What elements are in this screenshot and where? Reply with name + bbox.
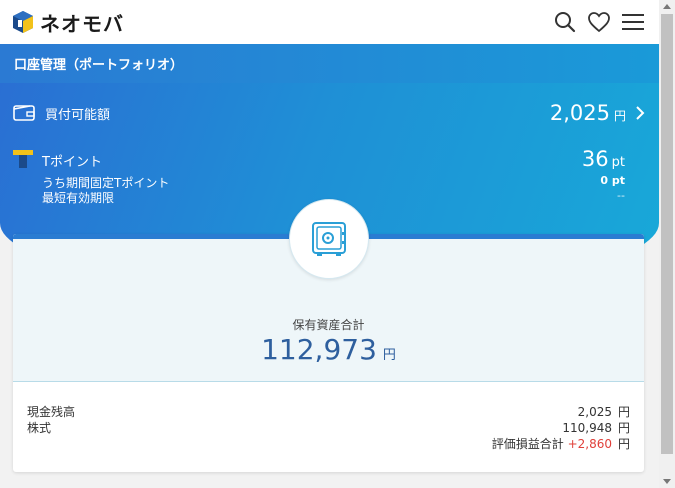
tpoint-amount: 36 pt	[582, 147, 625, 171]
safe-icon	[312, 222, 346, 256]
unrealized-pl-unit: 円	[617, 437, 630, 451]
scrollbar-thumb[interactable]	[661, 14, 673, 454]
buying-power-row[interactable]: 買付可能額 2,025 円	[13, 100, 648, 126]
cash-balance-value: 2,025	[577, 405, 612, 419]
scroll-up-arrow-icon	[663, 4, 671, 9]
stocks-unit: 円	[617, 421, 630, 435]
stocks-value: 110,948	[562, 421, 612, 435]
brand-logo[interactable]: ネオモバ	[12, 9, 124, 36]
tpoint-value: 36	[581, 147, 609, 171]
total-assets-amount: 112,973 円	[13, 333, 644, 366]
cash-balance-label: 現金残高	[27, 405, 76, 419]
search-icon	[555, 12, 576, 33]
heart-icon	[588, 12, 610, 33]
buying-power-value: 2,025	[549, 101, 610, 125]
total-assets-value: 112,973	[261, 333, 377, 366]
cash-balance-amount: 2,025 円	[578, 403, 630, 420]
favorites-button[interactable]	[585, 8, 613, 36]
safe-badge	[289, 199, 369, 279]
app-header: ネオモバ	[0, 0, 659, 44]
search-button[interactable]	[551, 8, 579, 36]
chevron-right-icon	[636, 106, 645, 120]
page-title: 口座管理（ポートフォリオ）	[14, 58, 184, 73]
stocks-amount: 110,948 円	[562, 419, 630, 436]
scroll-up-button[interactable]	[659, 0, 675, 13]
total-assets-unit: 円	[382, 348, 396, 363]
unrealized-pl-value: +2,860	[567, 437, 612, 451]
scroll-down-button[interactable]	[659, 475, 675, 488]
buying-power-unit: 円	[613, 109, 626, 123]
buying-power-amount: 2,025 円	[550, 101, 626, 125]
tpoint-limited-value: 0 pt	[600, 174, 625, 187]
neomoba-logo-icon	[13, 11, 33, 33]
unrealized-pl-row: 評価損益合計 +2,860 円	[27, 435, 630, 451]
vertical-scrollbar[interactable]	[659, 0, 675, 488]
unrealized-pl-label: 評価損益合計	[491, 437, 564, 451]
tpoint-label: Tポイント	[42, 155, 102, 170]
tpoint-unit: pt	[611, 155, 625, 170]
total-assets-label: 保有資産合計	[292, 318, 365, 332]
scroll-down-arrow-icon	[663, 479, 671, 484]
buying-power-detail-button[interactable]	[632, 100, 648, 126]
stocks-label: 株式	[27, 421, 52, 435]
hamburger-menu-icon	[622, 14, 644, 30]
menu-button[interactable]	[619, 8, 647, 36]
wallet-icon	[13, 105, 35, 121]
cash-balance-row: 現金残高 2,025 円	[27, 403, 630, 419]
tpoint-expiry-label: 最短有効期限	[42, 191, 115, 205]
stocks-row: 株式 110,948 円	[27, 419, 630, 435]
brand-name: ネオモバ	[40, 11, 124, 36]
unrealized-pl-amount: 評価損益合計 +2,860 円	[492, 435, 630, 452]
cash-balance-unit: 円	[617, 405, 630, 419]
tpoint-logo-icon	[13, 150, 33, 168]
page-title-bar: 口座管理（ポートフォリオ）	[0, 44, 659, 83]
buying-power-label: 買付可能額	[45, 107, 111, 123]
tpoint-expiry-value: --	[617, 189, 625, 202]
